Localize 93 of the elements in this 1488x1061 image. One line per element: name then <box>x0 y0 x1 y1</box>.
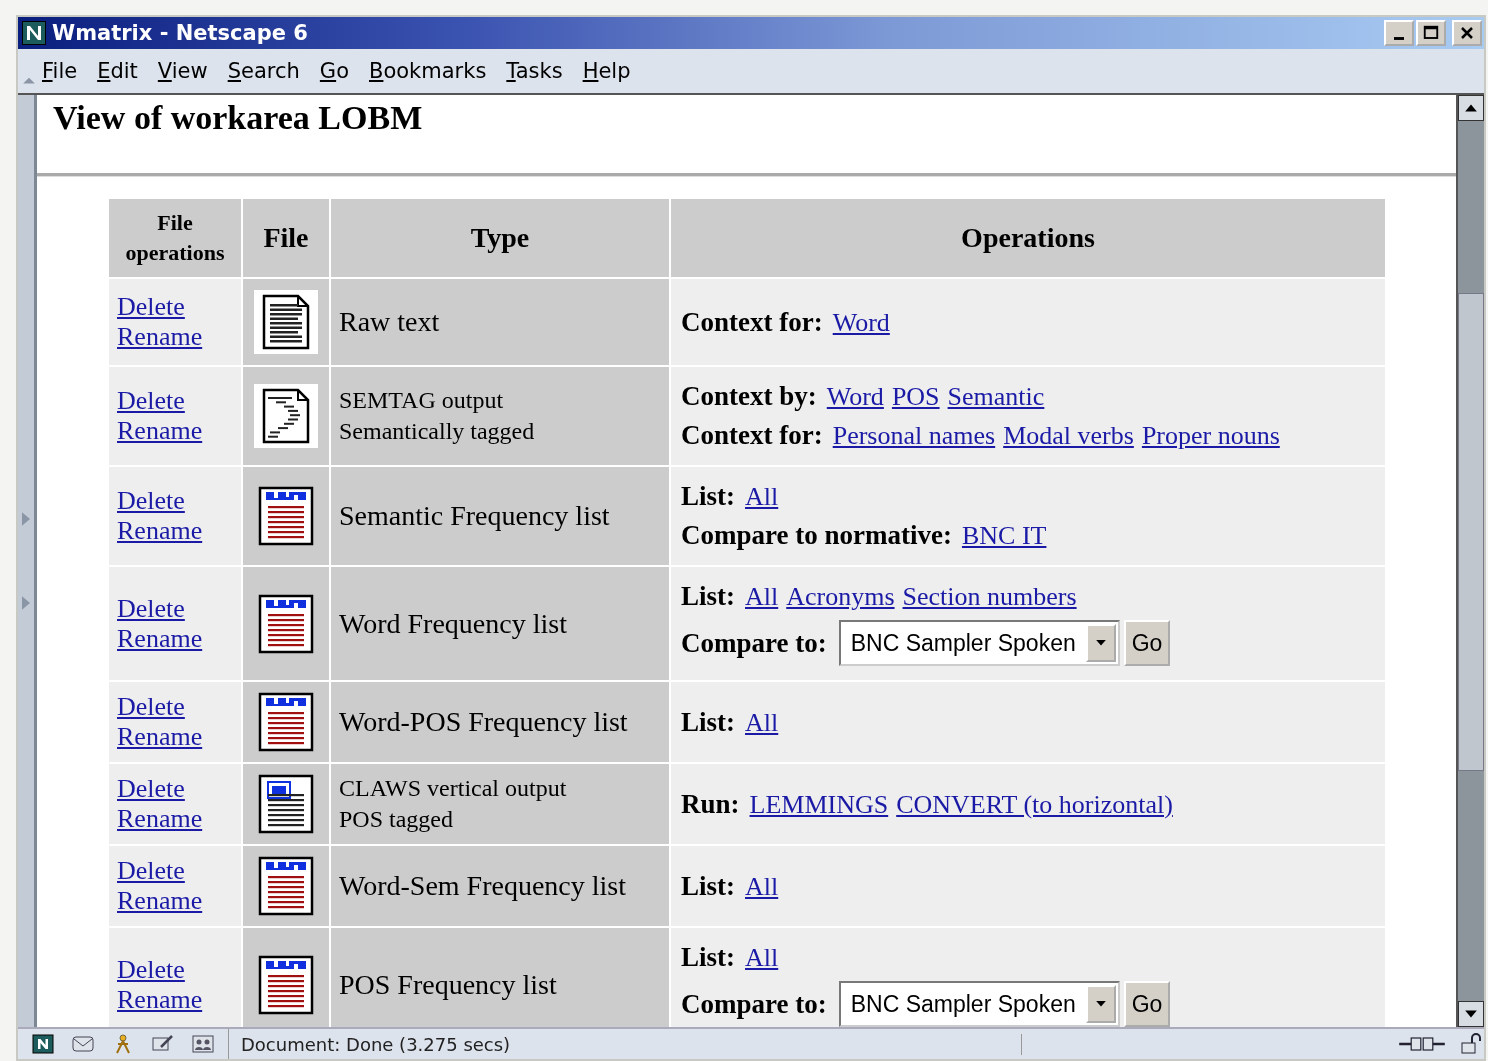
file-operation-link[interactable]: Rename <box>117 623 203 654</box>
page-heading: View of workarea LOBM <box>53 99 424 138</box>
file-operation-link[interactable]: Rename <box>117 516 203 546</box>
go-button[interactable]: Go <box>1123 981 1171 1027</box>
file-type: Word-POS Frequency list <box>339 706 628 737</box>
address-book-icon[interactable] <box>190 1032 216 1056</box>
down-arrow-icon <box>1464 1009 1478 1019</box>
operation-link[interactable]: All <box>745 871 779 901</box>
scroll-up-button[interactable] <box>1458 95 1484 121</box>
file-operation-link[interactable]: Delete <box>117 856 185 886</box>
menu-item[interactable]: Go <box>319 59 349 83</box>
operation-link[interactable]: LEMMINGS <box>749 789 889 819</box>
dropdown-arrow-icon <box>1094 1000 1107 1008</box>
file-type: CLAWS vertical output POS tagged <box>339 775 567 832</box>
file-operation-link[interactable]: Rename <box>117 886 203 916</box>
minimize-icon <box>1394 36 1404 40</box>
column-header: File <box>243 199 329 277</box>
operation-link[interactable]: All <box>745 943 779 972</box>
scroll-down-button[interactable] <box>1458 1001 1484 1027</box>
minimize-button[interactable] <box>1384 20 1414 46</box>
maximize-button[interactable] <box>1416 20 1446 46</box>
window-title: Wmatrix - Netscape 6 <box>52 21 309 45</box>
file-operation-link[interactable]: Delete <box>117 386 185 416</box>
operation-link[interactable]: Semantic <box>947 382 1045 411</box>
file-operation-link[interactable]: Rename <box>117 322 203 352</box>
scroll-thumb[interactable] <box>1458 293 1484 771</box>
file-type: Word-Sem Frequency list <box>339 870 627 901</box>
menu-item[interactable]: Tasks <box>506 59 563 83</box>
column-header: Operations <box>671 199 1385 277</box>
operation-label: List: <box>681 706 735 737</box>
menu-item[interactable]: Edit <box>97 59 138 83</box>
operation-link[interactable]: Word <box>832 307 890 337</box>
operation-link[interactable]: All <box>745 482 779 511</box>
up-arrow-icon <box>1464 103 1478 113</box>
scrollbar[interactable] <box>1456 95 1484 1027</box>
menu-item[interactable]: Search <box>227 59 300 83</box>
operation-label: List: <box>681 581 735 611</box>
go-button[interactable]: Go <box>1123 620 1171 666</box>
compare-dropdown[interactable]: BNC Sampler Spoken <box>838 981 1120 1027</box>
operation-label: Context for: <box>681 420 823 450</box>
operation-label: List: <box>681 481 735 511</box>
operation-link[interactable]: Section numbers <box>902 582 1077 611</box>
app-icon <box>22 21 46 45</box>
expand-icon <box>22 512 30 526</box>
operation-link[interactable]: BNC IT <box>961 521 1047 550</box>
file-operation-link[interactable]: Rename <box>117 722 203 752</box>
operation-label: Context for: <box>681 306 823 337</box>
file-operation-link[interactable]: Delete <box>117 593 185 624</box>
file-type: Word Frequency list <box>339 607 567 639</box>
file-operation-link[interactable]: Delete <box>117 774 185 804</box>
file-operation-link[interactable]: Delete <box>117 954 185 985</box>
close-button[interactable] <box>1452 20 1482 46</box>
file-operation-link[interactable]: Rename <box>117 984 203 1015</box>
tagged-document-icon <box>254 384 318 448</box>
operation-link[interactable]: Word <box>826 382 884 411</box>
file-type: SEMTAG output Semantically tagged <box>339 387 535 444</box>
file-operation-link[interactable]: Delete <box>117 292 185 322</box>
menu-item[interactable]: View <box>157 59 208 83</box>
file-operation-link[interactable]: Delete <box>117 486 185 516</box>
operation-label: Run: <box>681 788 740 819</box>
menu-item[interactable]: Bookmarks <box>369 59 487 83</box>
file-type: POS Frequency list <box>339 968 557 1000</box>
operation-link[interactable]: Acronyms <box>786 582 895 611</box>
operation-link[interactable]: All <box>745 707 779 737</box>
operation-link[interactable]: POS <box>891 382 940 411</box>
text-document-icon <box>254 290 318 354</box>
file-type: Raw text <box>339 306 440 337</box>
lock-icon[interactable] <box>1458 1032 1484 1056</box>
operation-link[interactable]: Proper nouns <box>1141 421 1280 450</box>
operation-link[interactable]: CONVERT (to horizontal) <box>896 789 1173 819</box>
expand-icon <box>22 596 30 610</box>
column-header: Type <box>331 199 669 277</box>
file-type: Semantic Frequency list <box>339 500 610 531</box>
sidebar-grippy[interactable] <box>18 95 37 1027</box>
menu-item[interactable]: File <box>42 59 78 83</box>
navigator-icon[interactable] <box>30 1032 56 1056</box>
operation-link[interactable]: Modal verbs <box>1003 421 1134 450</box>
operation-label: Context by: <box>681 381 817 411</box>
column-header: File operations <box>109 199 241 277</box>
operation-label: List: <box>681 942 735 972</box>
file-operation-link[interactable]: Rename <box>117 416 203 446</box>
file-operation-link[interactable]: Delete <box>117 692 185 722</box>
operation-link[interactable]: All <box>745 582 779 611</box>
status-text: Document: Done (3.275 secs) <box>229 1033 1022 1055</box>
operation-link[interactable]: Personal names <box>832 421 996 450</box>
operation-label: List: <box>681 870 735 901</box>
menu-item[interactable]: Help <box>582 59 631 83</box>
file-operation-link[interactable]: Rename <box>117 804 203 834</box>
operation-label: Compare to: <box>681 988 827 1021</box>
dropdown-arrow-icon <box>1094 639 1107 647</box>
operation-label: Compare to normative: <box>681 520 952 550</box>
compare-dropdown[interactable]: BNC Sampler Spoken <box>838 620 1120 666</box>
operation-label: Compare to: <box>681 627 827 660</box>
